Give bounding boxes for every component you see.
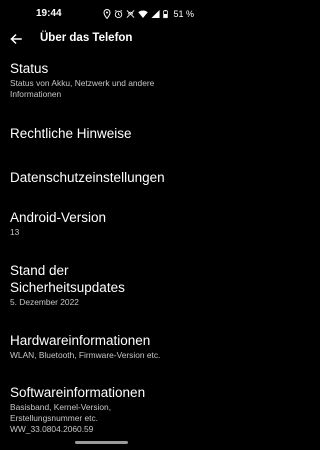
- list-item-subtitle: Basisband, Kernel-Version, Erstellungsnu…: [10, 402, 112, 434]
- list-item-title: Status: [10, 61, 49, 76]
- list-item-privacy[interactable]: Datenschutzeinstellungen: [10, 169, 198, 186]
- list-item-title: Stand der Sicherheitsupdates: [10, 263, 125, 295]
- gesture-navigation-handle[interactable]: [75, 441, 128, 444]
- battery-icon: [163, 10, 169, 19]
- list-item-status[interactable]: Status Status von Akku, Netzwerk und and…: [10, 60, 198, 100]
- list-item-hardware-info[interactable]: Hardwareinformationen WLAN, Bluetooth, F…: [10, 332, 198, 361]
- status-time: 19:44: [36, 8, 62, 19]
- alarm-icon: [115, 9, 123, 19]
- list-item-subtitle: WLAN, Bluetooth, Firmware-Version etc.: [10, 350, 161, 360]
- wifi-icon: [138, 10, 149, 18]
- page-title: Über das Telefon: [40, 32, 133, 44]
- list-item-security-update[interactable]: Stand der Sicherheitsupdates 5. Dezember…: [10, 262, 198, 308]
- status-bar: 19:44 51 %: [0, 0, 203, 28]
- back-button[interactable]: [8, 31, 24, 47]
- do-not-disturb-icon: [127, 10, 135, 18]
- list-item-legal[interactable]: Rechtliche Hinweise: [10, 125, 198, 142]
- list-item-title: Hardwareinformationen: [10, 333, 151, 348]
- list-item-title: Softwareinformationen: [10, 385, 146, 400]
- app-bar: Über das Telefon: [0, 28, 203, 50]
- list-item-subtitle: 5. Dezember 2022: [10, 297, 79, 307]
- list-item-title: Datenschutzeinstellungen: [10, 170, 165, 185]
- list-item-subtitle: Status von Akku, Netzwerk und andere Inf…: [10, 78, 155, 99]
- list-item-title: Rechtliche Hinweise: [10, 126, 132, 141]
- list-item-software-info[interactable]: Softwareinformationen Basisband, Kernel-…: [10, 384, 198, 435]
- list-item-android-version[interactable]: Android-Version 13: [10, 209, 198, 238]
- list-item-subtitle: 13: [10, 227, 20, 237]
- location-icon: [103, 9, 111, 19]
- list-item-title: Android-Version: [10, 210, 107, 225]
- arrow-back-icon: [10, 33, 22, 45]
- battery-percentage: 51 %: [173, 9, 194, 19]
- signal-icon: [151, 9, 161, 19]
- status-icons: 51 %: [103, 7, 194, 21]
